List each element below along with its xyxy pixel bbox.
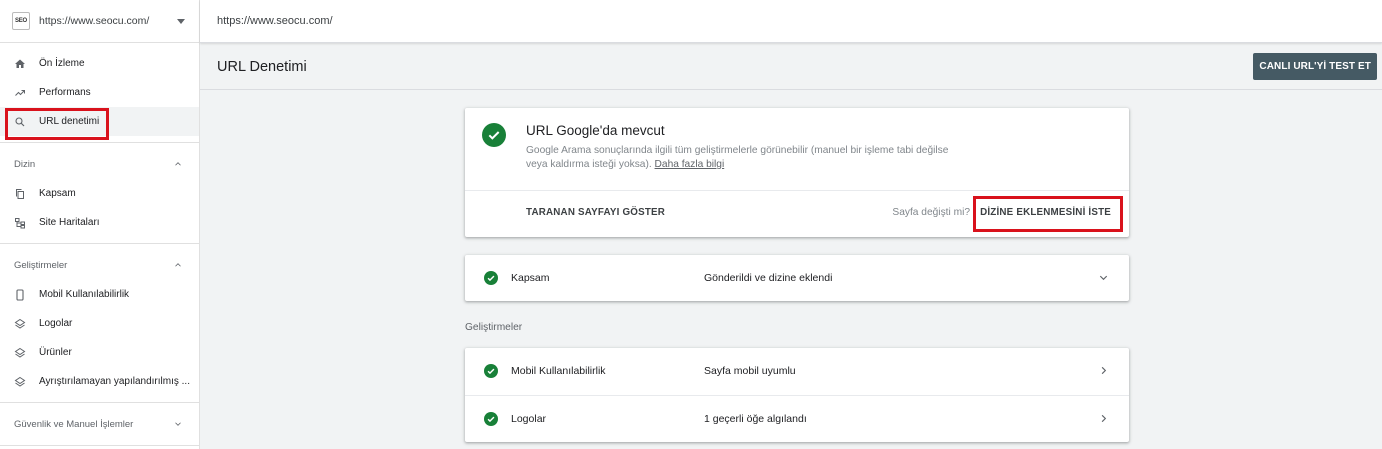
dropdown-caret-icon	[177, 18, 185, 24]
home-icon	[14, 58, 26, 70]
sidebar: SEO https://www.seocu.com/ Ön İzleme Per…	[0, 0, 200, 449]
section-header-index[interactable]: Dizin	[0, 149, 199, 179]
section-title: Geliştirmeler	[14, 259, 68, 271]
layers-icon	[14, 376, 26, 388]
page-header: URL Denetimi CANLI URL'Yİ TEST ET	[200, 44, 1382, 90]
sidebar-item-label: Site Haritaları	[39, 217, 100, 228]
sidebar-item-label: Performans	[39, 87, 91, 98]
sidebar-item-label: Ayrıştırılamayan yapılandırılmış ...	[39, 376, 190, 387]
layers-icon	[14, 318, 26, 330]
status-description-text: Google Arama sonuçlarında ilgili tüm gel…	[526, 145, 949, 170]
phone-icon	[14, 288, 26, 301]
check-circle-icon	[484, 412, 498, 426]
security-section: Güvenlik ve Manuel İşlemler	[0, 403, 199, 446]
status-description: Google Arama sonuçlarında ilgili tüm gel…	[526, 144, 956, 172]
chevron-up-icon	[175, 263, 181, 267]
sidebar-item-label: Mobil Kullanılabilirlik	[39, 289, 130, 300]
chevron-down-icon	[1099, 275, 1108, 281]
sidebar-item-unparsable[interactable]: Ayrıştırılamayan yapılandırılmış ...	[0, 367, 199, 396]
row-label: Mobil Kullanılabilirlik	[511, 365, 606, 377]
page-changed-question: Sayfa değişti mi?	[892, 207, 970, 218]
section-header-security[interactable]: Güvenlik ve Manuel İşlemler	[0, 409, 199, 439]
index-section: Dizin Kapsam Site Haritaları	[0, 143, 199, 244]
coverage-card: Kapsam Gönderildi ve dizine eklendi	[465, 255, 1129, 301]
coverage-row[interactable]: Kapsam Gönderildi ve dizine eklendi	[465, 255, 1129, 301]
chevron-right-icon	[1101, 414, 1107, 423]
property-logo: SEO	[12, 12, 30, 30]
layers-icon	[14, 347, 26, 359]
sidebar-item-products[interactable]: Ürünler	[0, 338, 199, 367]
copy-icon	[14, 188, 26, 200]
sidebar-item-logos[interactable]: Logolar	[0, 309, 199, 338]
section-title: Güvenlik ve Manuel İşlemler	[14, 418, 134, 430]
highlight-box-request-indexing	[973, 196, 1123, 232]
sidebar-item-overview[interactable]: Ön İzleme	[0, 49, 199, 78]
sidebar-item-label: Kapsam	[39, 188, 76, 199]
trending-up-icon	[14, 87, 26, 99]
chevron-down-icon	[175, 422, 181, 426]
property-url: https://www.seocu.com/	[39, 15, 150, 27]
learn-more-link[interactable]: Daha fazla bilgi	[655, 159, 725, 170]
enhancements-section: Geliştirmeler Mobil Kullanılabilirlik Lo…	[0, 244, 199, 403]
divider	[465, 190, 1129, 191]
sidebar-item-sitemaps[interactable]: Site Haritaları	[0, 208, 199, 237]
check-circle-icon	[482, 123, 506, 147]
row-value: Sayfa mobil uyumlu	[704, 365, 796, 377]
sidebar-item-mobile-usability[interactable]: Mobil Kullanılabilirlik	[0, 280, 199, 309]
row-label: Kapsam	[511, 272, 550, 284]
property-selector[interactable]: SEO https://www.seocu.com/	[0, 0, 199, 43]
section-title: Dizin	[14, 158, 36, 170]
enhancements-heading: Geliştirmeler	[465, 322, 523, 333]
enhancements-card: Mobil Kullanılabilirlik Sayfa mobil uyum…	[465, 348, 1129, 442]
row-value: 1 geçerli öğe algılandı	[704, 413, 807, 425]
sidebar-item-coverage[interactable]: Kapsam	[0, 179, 199, 208]
sidebar-item-label: Ürünler	[39, 347, 72, 358]
test-live-url-button[interactable]: CANLI URL'Yİ TEST ET	[1253, 53, 1377, 80]
highlight-box-url-inspection	[5, 108, 109, 140]
chevron-right-icon	[1101, 366, 1107, 375]
chevron-up-icon	[175, 162, 181, 166]
url-search-bar[interactable]: https://www.seocu.com/	[200, 0, 1382, 43]
sitemap-icon	[14, 217, 26, 229]
status-title: URL Google'da mevcut	[526, 123, 665, 138]
enhancement-row-logos[interactable]: Logolar 1 geçerli öğe algılandı	[465, 395, 1129, 441]
row-label: Logolar	[511, 413, 547, 425]
enhancement-row-mobile[interactable]: Mobil Kullanılabilirlik Sayfa mobil uyum…	[465, 348, 1129, 394]
view-crawled-page-button[interactable]: TARANAN SAYFAYI GÖSTER	[526, 207, 665, 218]
page-title: URL Denetimi	[217, 58, 307, 75]
sidebar-item-performance[interactable]: Performans	[0, 78, 199, 107]
check-circle-icon	[484, 364, 498, 378]
row-value: Gönderildi ve dizine eklendi	[704, 272, 833, 284]
sidebar-item-label: Logolar	[39, 318, 73, 329]
inspected-url: https://www.seocu.com/	[217, 15, 333, 27]
section-header-enhancements[interactable]: Geliştirmeler	[0, 250, 199, 280]
check-circle-icon	[484, 271, 498, 285]
sidebar-item-label: Ön İzleme	[39, 58, 85, 69]
